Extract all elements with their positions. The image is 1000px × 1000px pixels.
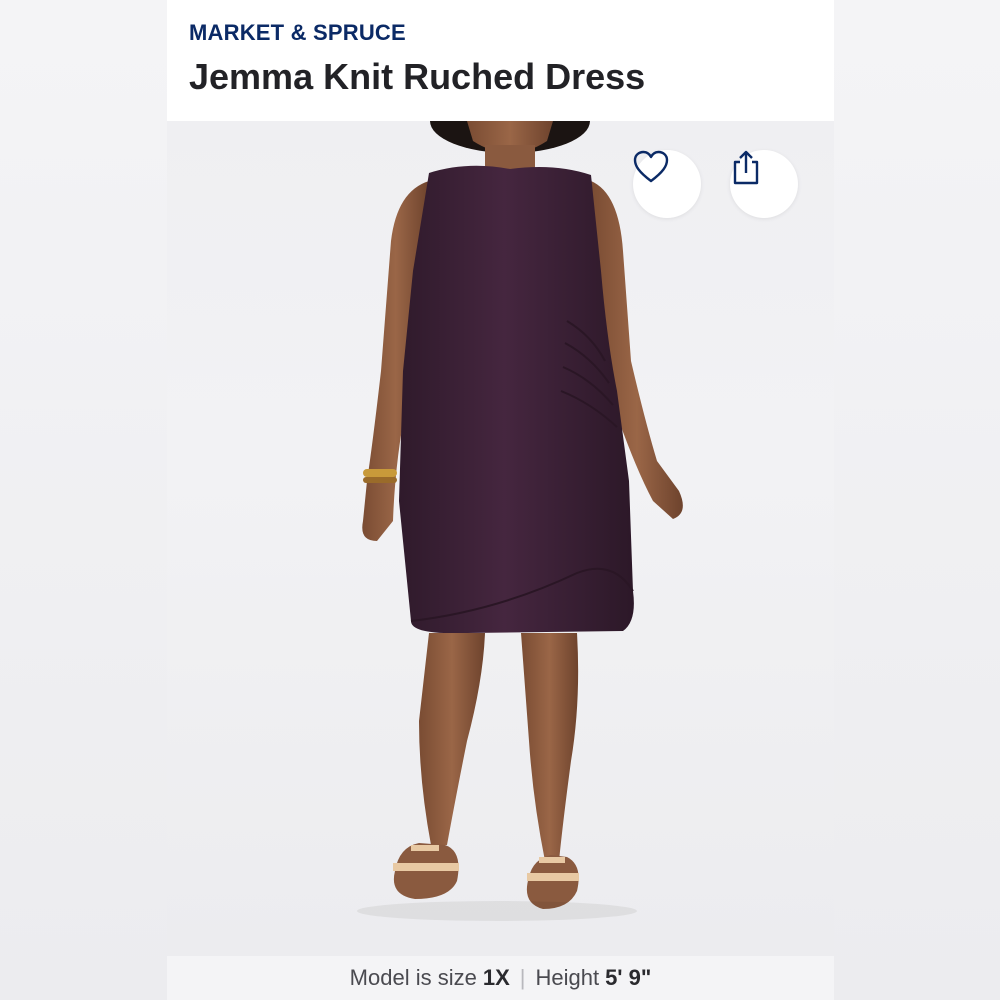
left-sandal-strap (393, 863, 459, 871)
right-sandal-strap (527, 873, 579, 881)
height-label: Height (535, 965, 600, 990)
model-photo-illustration (357, 121, 683, 921)
product-image[interactable] (167, 121, 834, 956)
backdrop-right (834, 0, 1000, 1000)
product-card: MARKET & SPRUCE Jemma Knit Ruched Dress (167, 0, 834, 1000)
backdrop-left (0, 0, 167, 1000)
right-leg-shape (521, 633, 579, 861)
size-label: Model is size (349, 965, 477, 990)
left-leg-shape (419, 633, 485, 845)
product-header: MARKET & SPRUCE Jemma Knit Ruched Dress (167, 0, 834, 121)
product-title: Jemma Knit Ruched Dress (189, 56, 646, 97)
heart-outline-icon (633, 150, 669, 183)
caption-separator: | (519, 965, 526, 990)
size-value: 1X (482, 965, 510, 990)
model-size-caption: Model is size 1X | Height 5' 9" (167, 956, 834, 1000)
share-upload-icon (733, 150, 759, 185)
favorite-button[interactable] (633, 150, 701, 218)
bracelet-shape (363, 469, 397, 477)
height-value: 5' 9" (605, 965, 652, 990)
brand-name[interactable]: MARKET & SPRUCE (189, 20, 406, 46)
share-button[interactable] (730, 150, 798, 218)
